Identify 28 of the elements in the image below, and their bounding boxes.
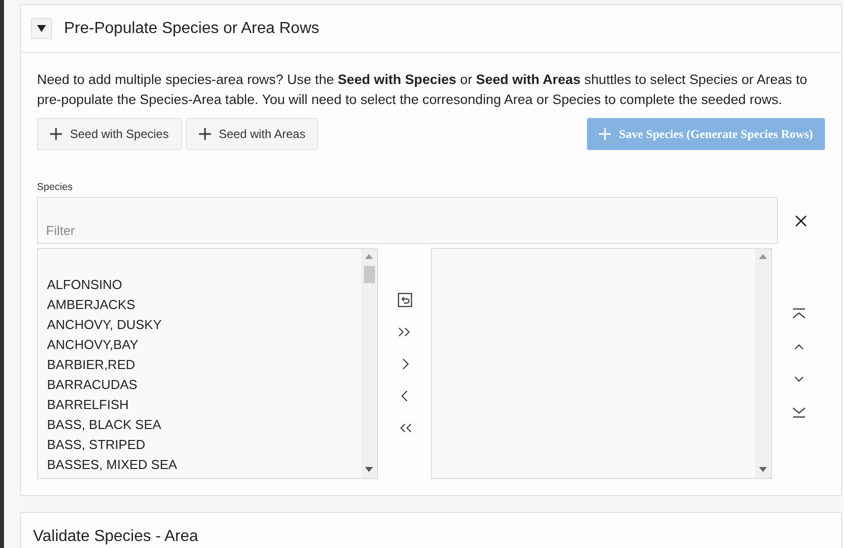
- description-text: Need to add multiple species-area rows? Use the Seed with Species or Seed with Areas shuttles to select Species or Areas to pre-populate the Species-Area table. You will need to select the corresonding Area or Species to complete the seeded rows.: [37, 71, 808, 109]
- list-option[interactable]: ANCHOVY, DUSKY: [47, 315, 361, 335]
- field-label: Species: [37, 182, 74, 193]
- list-option[interactable]: BASS, BLACK SEA: [47, 415, 361, 435]
- plus-icon: [198, 128, 211, 140]
- scrollbar-thumb[interactable]: [364, 266, 375, 283]
- seed-button[interactable]: Seed with Species: [37, 118, 182, 150]
- scrollbar[interactable]: [755, 249, 771, 478]
- list-option[interactable]: ANCHOVY,BAY: [47, 335, 361, 355]
- available-list[interactable]: ALFONSINO AMBERJACKS ANCHOVY, DUSKY ANCHOVY,BAY BARBIER,RED BARRACUDAS BARRELFISH BASS, BLACK SEA BASS, STRIPED BASSES, MIXED SEA: [37, 248, 378, 479]
- list-option[interactable]: BARBIER,RED: [47, 355, 361, 375]
- scrollbar[interactable]: [361, 249, 377, 478]
- list-option[interactable]: BASS, STRIPED: [47, 435, 361, 455]
- list-option[interactable]: BASSES, MIXED SEA: [47, 455, 361, 475]
- collapse-toggle[interactable]: [31, 18, 52, 39]
- caret-icon: [37, 25, 46, 32]
- list-option[interactable]: BARRACUDAS: [47, 375, 361, 395]
- list-option[interactable]: BARRELFISH: [47, 395, 361, 415]
- scroll-down-icon[interactable]: [759, 467, 767, 472]
- list-option[interactable]: ALFONSINO: [47, 275, 361, 295]
- scroll-down-icon[interactable]: [365, 467, 373, 472]
- filter-field[interactable]: Filter: [37, 197, 778, 244]
- list-option[interactable]: AMBERJACKS: [47, 295, 361, 315]
- seed-button[interactable]: Seed with Areas: [186, 118, 318, 150]
- plus-icon: [50, 128, 62, 140]
- region-title: Validate Species - Area: [33, 528, 200, 546]
- region-title: Pre-Populate Species or Area Rows: [64, 20, 320, 38]
- plus-icon: [599, 128, 612, 140]
